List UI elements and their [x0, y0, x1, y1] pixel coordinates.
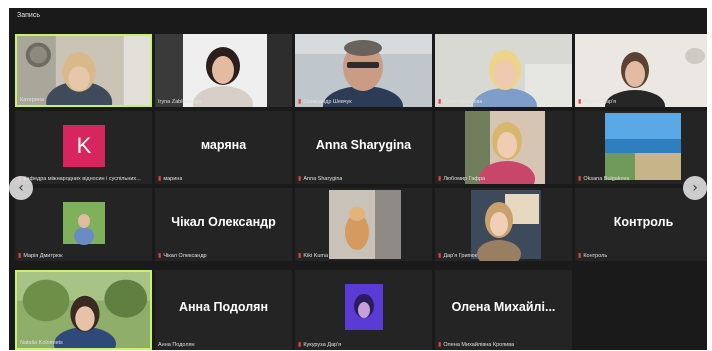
participant-video: [15, 188, 152, 261]
participant-display-name: Anna Sharygina: [315, 138, 412, 152]
participant-name: ▮ Любомир Гафра: [438, 176, 486, 182]
participant-video: [295, 270, 432, 350]
participant-name: ▮ марина: [158, 176, 183, 182]
participant-tile[interactable]: ▮ Мартін Дар'я: [575, 34, 707, 107]
participant-name: ▮ Марія Дмитрюк: [18, 253, 63, 259]
participant-tile[interactable]: ▮ Oksana Bulgakova: [575, 111, 707, 184]
meeting-window: Запись Катерина Iryna Zablotskaya ▮ Олек…: [9, 8, 707, 350]
mic-muted-icon: ▮: [438, 342, 442, 348]
participant-tile[interactable]: Anna Sharygina ▮ Anna Sharygina: [295, 111, 432, 184]
participant-tile[interactable]: ▮ Марія Дмитрюк: [15, 188, 152, 261]
mic-muted-icon: ▮: [298, 99, 302, 105]
participant-name: Natalia Kolomiets: [20, 340, 63, 346]
recording-label: Запись: [17, 12, 40, 19]
participant-tile[interactable]: ▮ Олександр Шевчук: [295, 34, 432, 107]
mic-muted-icon: ▮: [578, 176, 582, 182]
participant-tile[interactable]: ▮ Дар'я Грипюк: [435, 188, 572, 261]
participant-name: ▮ Kiki Kuma: [298, 253, 329, 259]
participant-avatar: K: [63, 125, 105, 167]
participant-tile[interactable]: Катерина: [15, 34, 152, 107]
mic-muted-icon: ▮: [578, 253, 582, 259]
participant-tile[interactable]: Чікал Олександр ▮ Чікал Олександр: [155, 188, 292, 261]
participant-video: [575, 34, 707, 107]
prev-page-button[interactable]: ‹: [9, 176, 33, 200]
participant-video: [17, 272, 150, 348]
participant-video: [435, 188, 572, 261]
participant-name: Iryna Zablotskaya: [158, 99, 202, 105]
participant-name: ▮ Мартін Дар'я: [578, 99, 617, 105]
participant-name: ▮ Anna Sharygina: [298, 176, 343, 182]
mic-muted-icon: ▮: [438, 176, 442, 182]
participant-tile[interactable]: K ▮Кафедра міжнародних відносин і суспіл…: [15, 111, 152, 184]
participant-video: [435, 111, 572, 184]
participant-name: ▮ Чікал Олександр: [158, 253, 207, 259]
participant-video: [435, 34, 572, 107]
participant-name: ▮ Юлія Сосонова: [438, 99, 483, 105]
participant-video: [295, 34, 432, 107]
participant-video: [155, 34, 292, 107]
participant-tile[interactable]: маряна ▮ марина: [155, 111, 292, 184]
participant-tile[interactable]: Олена Михайлі... ▮ Олена Михайлівна Кропи…: [435, 270, 572, 350]
mic-muted-icon: ▮: [298, 342, 302, 348]
participant-name: ▮ Олександр Шевчук: [298, 99, 352, 105]
participant-display-name: Чікал Олександр: [171, 215, 276, 229]
participant-display-name: Анна Подолян: [178, 300, 269, 314]
participant-name: ▮ Олена Михайлівна Кропива: [438, 342, 515, 348]
participant-tile[interactable]: Iryna Zablotskaya: [155, 34, 292, 107]
next-page-button[interactable]: ›: [683, 176, 707, 200]
participant-name: Катерина: [20, 97, 44, 103]
participant-display-name: Олена Михайлі...: [451, 300, 556, 314]
mic-muted-icon: ▮: [18, 253, 22, 259]
mic-muted-icon: ▮: [438, 253, 442, 259]
participant-tile[interactable]: ▮ Кукуруза Дар'я: [295, 270, 432, 350]
mic-muted-icon: ▮: [298, 253, 302, 259]
participant-video: [575, 111, 707, 184]
mic-muted-icon: ▮: [298, 176, 302, 182]
participant-name: ▮ Дар'я Грипюк: [438, 253, 478, 259]
mic-muted-icon: ▮: [158, 253, 162, 259]
participant-name: ▮Кафедра міжнародних відносин і суспільн…: [18, 176, 141, 182]
mic-muted-icon: ▮: [438, 99, 442, 105]
participant-name: Анна Подолян: [158, 342, 195, 348]
participant-tile[interactable]: ▮ Kiki Kuma: [295, 188, 432, 261]
participant-display-name: маряна: [200, 138, 247, 152]
participant-video: [295, 188, 432, 261]
participant-tile[interactable]: Контроль ▮ Контроль: [575, 188, 707, 261]
participant-video: [17, 36, 150, 105]
chevron-right-icon: ›: [692, 180, 698, 196]
mic-muted-icon: ▮: [578, 99, 582, 105]
participant-tile[interactable]: Анна Подолян Анна Подолян: [155, 270, 292, 350]
participant-name: ▮ Кукуруза Дар'я: [298, 342, 342, 348]
participant-name: ▮ Контроль: [578, 253, 608, 259]
participant-tile[interactable]: ▮ Любомир Гафра: [435, 111, 572, 184]
participant-display-name: Контроль: [613, 215, 674, 229]
participant-tile[interactable]: Natalia Kolomiets: [15, 270, 152, 350]
participant-name: ▮ Oksana Bulgakova: [578, 176, 630, 182]
participant-tile[interactable]: ▮ Юлія Сосонова: [435, 34, 572, 107]
chevron-left-icon: ‹: [18, 180, 24, 196]
mic-muted-icon: ▮: [158, 176, 162, 182]
